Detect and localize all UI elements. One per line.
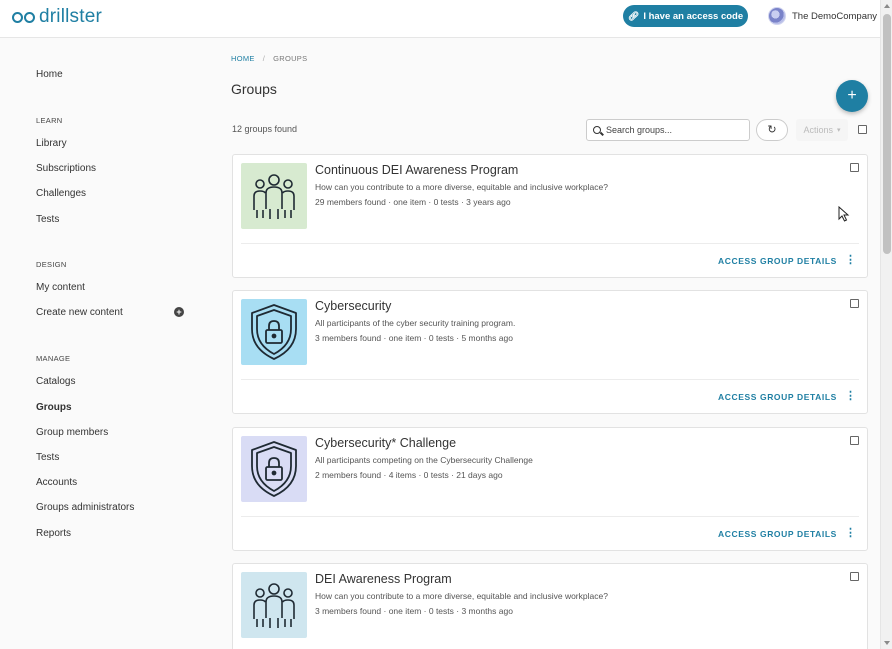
chevron-down-icon: ▾ — [837, 127, 841, 134]
shield-lock-icon — [241, 304, 307, 365]
page-scrollbar[interactable] — [880, 0, 892, 649]
sidebar-item-library[interactable]: Library — [36, 138, 67, 149]
more-options-icon[interactable]: ⋮ — [845, 391, 856, 402]
access-group-details-button[interactable]: ACCESS GROUP DETAILS — [718, 529, 837, 539]
group-title[interactable]: Cybersecurity* Challenge — [315, 436, 456, 450]
more-options-icon[interactable]: ⋮ — [845, 255, 856, 266]
group-title[interactable]: Continuous DEI Awareness Program — [315, 163, 518, 177]
refresh-icon: ↻ — [767, 124, 777, 136]
sidebar-item-my-content[interactable]: My content — [36, 282, 85, 293]
sidebar-item-subscriptions[interactable]: Subscriptions — [36, 163, 96, 174]
group-card[interactable]: Cybersecurity All participants of the cy… — [232, 290, 868, 414]
add-group-button[interactable]: + — [836, 80, 868, 112]
search-box[interactable] — [586, 119, 750, 141]
drillster-logo[interactable]: drillster — [12, 6, 102, 28]
group-card[interactable]: Continuous DEI Awareness Program How can… — [232, 154, 868, 278]
group-card[interactable]: DEI Awareness Program How can you contri… — [232, 563, 868, 649]
breadcrumb-current: GROUPS — [273, 54, 308, 63]
sidebar-item-catalogs[interactable]: Catalogs — [36, 376, 75, 387]
group-meta: 3 members found · one item · 0 tests · 3… — [315, 606, 513, 616]
top-bar: drillster 🔗︎ I have an access code The D… — [0, 0, 880, 38]
group-meta: 3 members found · one item · 0 tests · 5… — [315, 333, 513, 343]
scroll-down-icon[interactable] — [884, 641, 890, 645]
people-icon — [241, 174, 307, 229]
sidebar-item-groups[interactable]: Groups — [36, 402, 72, 413]
group-meta: 29 members found · one item · 0 tests · … — [315, 197, 511, 207]
logo-mark-icon — [12, 11, 36, 23]
group-description: All participants of the cyber security t… — [315, 318, 516, 328]
group-select-checkbox[interactable] — [850, 572, 859, 581]
company-name: The DemoCompany — [792, 10, 878, 22]
access-code-button[interactable]: 🔗︎ I have an access code — [623, 5, 748, 27]
actions-label: Actions — [803, 125, 833, 135]
add-content-icon[interactable]: + — [174, 307, 184, 317]
breadcrumb-separator: / — [262, 54, 266, 63]
group-select-checkbox[interactable] — [850, 299, 859, 308]
group-description: All participants competing on the Cybers… — [315, 455, 533, 465]
page-title: Groups — [231, 81, 277, 97]
breadcrumb-home[interactable]: HOME — [231, 54, 255, 63]
group-title[interactable]: DEI Awareness Program — [315, 572, 452, 586]
breadcrumb: HOME / GROUPS — [231, 54, 307, 63]
mouse-cursor-icon — [838, 206, 850, 222]
people-icon — [241, 583, 307, 638]
card-divider — [241, 379, 859, 380]
sidebar: Home LEARN Library Subscriptions Challen… — [0, 39, 200, 649]
sidebar-item-challenges[interactable]: Challenges — [36, 188, 86, 199]
sidebar-section-manage: MANAGE — [36, 354, 71, 363]
search-icon — [593, 126, 601, 134]
access-group-details-button[interactable]: ACCESS GROUP DETAILS — [718, 256, 837, 266]
group-description: How can you contribute to a more diverse… — [315, 591, 608, 601]
search-input[interactable] — [606, 125, 736, 135]
group-select-checkbox[interactable] — [850, 163, 859, 172]
card-divider — [241, 243, 859, 244]
sidebar-item-accounts[interactable]: Accounts — [36, 477, 77, 488]
group-select-checkbox[interactable] — [850, 436, 859, 445]
shield-lock-icon — [241, 441, 307, 502]
group-thumbnail[interactable] — [241, 163, 307, 229]
scrollbar-thumb[interactable] — [883, 14, 891, 254]
sidebar-item-create-new-content[interactable]: Create new content — [36, 307, 123, 318]
company-avatar — [768, 7, 786, 25]
group-title[interactable]: Cybersecurity — [315, 299, 391, 313]
sidebar-item-reports[interactable]: Reports — [36, 528, 71, 539]
result-count: 12 groups found — [232, 124, 298, 134]
sidebar-section-learn: LEARN — [36, 116, 63, 125]
refresh-button[interactable]: ↻ — [756, 119, 788, 141]
group-thumbnail[interactable] — [241, 299, 307, 365]
sidebar-item-tests-manage[interactable]: Tests — [36, 452, 59, 463]
scroll-up-icon[interactable] — [884, 4, 890, 8]
sidebar-section-design: DESIGN — [36, 260, 67, 269]
group-description: How can you contribute to a more diverse… — [315, 182, 608, 192]
sidebar-item-home[interactable]: Home — [36, 69, 63, 80]
link-icon: 🔗︎ — [627, 10, 640, 21]
card-divider — [241, 516, 859, 517]
account-menu[interactable]: The DemoCompany — [768, 7, 877, 25]
actions-dropdown[interactable]: Actions ▾ — [796, 119, 848, 141]
sidebar-item-group-members[interactable]: Group members — [36, 427, 108, 438]
sidebar-item-tests-learn[interactable]: Tests — [36, 214, 59, 225]
access-group-details-button[interactable]: ACCESS GROUP DETAILS — [718, 392, 837, 402]
access-code-label: I have an access code — [643, 10, 744, 22]
logo-text: drillster — [39, 6, 103, 27]
group-card[interactable]: Cybersecurity* Challenge All participant… — [232, 427, 868, 551]
group-thumbnail[interactable] — [241, 572, 307, 638]
group-meta: 2 members found · 4 items · 0 tests · 21… — [315, 470, 503, 480]
sidebar-item-groups-administrators[interactable]: Groups administrators — [36, 502, 134, 513]
group-thumbnail[interactable] — [241, 436, 307, 502]
select-all-checkbox[interactable] — [858, 125, 867, 134]
more-options-icon[interactable]: ⋮ — [845, 528, 856, 539]
